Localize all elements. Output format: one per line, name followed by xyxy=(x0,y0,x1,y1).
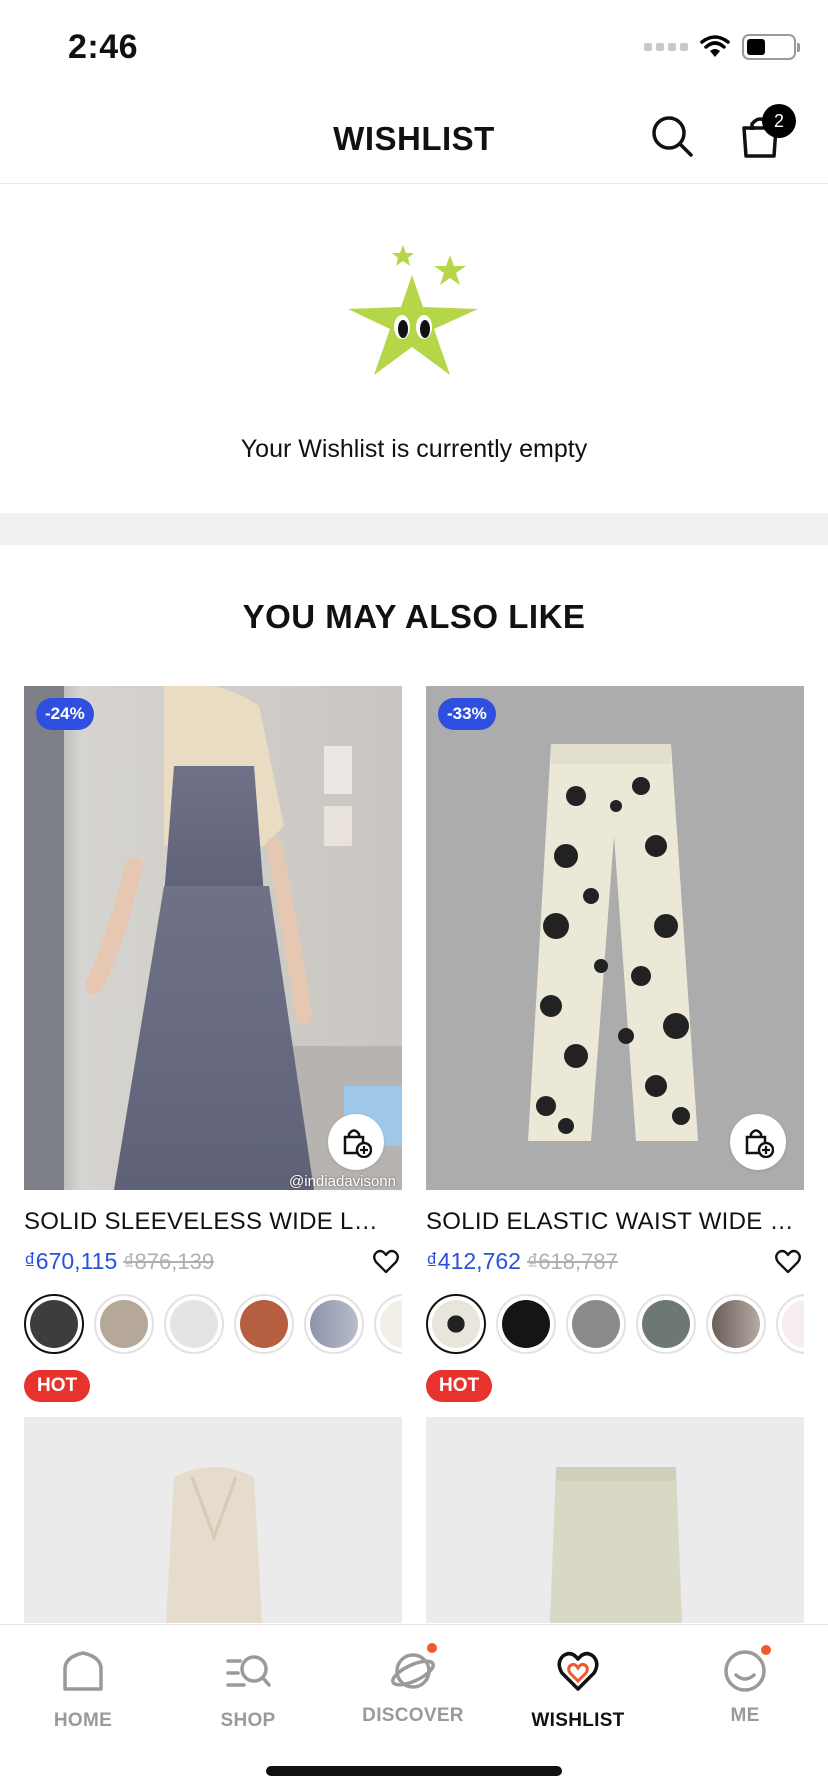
color-swatch[interactable] xyxy=(374,1294,402,1354)
product-photo xyxy=(426,686,804,1190)
tab-wishlist[interactable]: WISHLIST xyxy=(508,1647,648,1732)
heart-icon xyxy=(557,1651,599,1691)
sale-price: ₫412,762 xyxy=(426,1248,521,1274)
tab-shop[interactable]: SHOP xyxy=(178,1647,318,1732)
planet-icon-wrap xyxy=(389,1641,439,1695)
add-to-cart-button[interactable] xyxy=(328,1114,384,1170)
page-title: WISHLIST xyxy=(333,120,495,157)
color-swatch[interactable] xyxy=(164,1294,224,1354)
hot-tag: HOT xyxy=(426,1370,493,1402)
section-divider xyxy=(0,513,828,545)
smiley-icon-wrap xyxy=(721,1643,773,1695)
photo-credit: @indiadavisonn xyxy=(289,1173,396,1190)
discount-badge: -33% xyxy=(438,698,496,730)
color-swatch[interactable] xyxy=(566,1294,626,1354)
color-swatch[interactable] xyxy=(496,1294,556,1354)
product-photo xyxy=(24,1417,402,1623)
tab-home[interactable]: HOME xyxy=(13,1647,153,1732)
product-image[interactable]: -24% @indiadavisonn xyxy=(24,686,402,1190)
product-image[interactable]: -33% xyxy=(426,686,804,1190)
status-icons xyxy=(644,34,800,60)
tab-discover[interactable]: DISCOVER xyxy=(343,1641,483,1727)
discount-badge: -24% xyxy=(36,698,94,730)
tab-label: ME xyxy=(730,1705,760,1726)
color-swatches xyxy=(426,1294,804,1356)
price-row: ₫670,115 ₫876,139 xyxy=(24,1248,402,1278)
tab-label: WISHLIST xyxy=(531,1710,625,1731)
color-swatches xyxy=(24,1294,402,1356)
notification-dot xyxy=(759,1643,773,1657)
tab-me[interactable]: ME xyxy=(675,1643,815,1727)
home-indicator xyxy=(266,1766,562,1776)
recommendations-title: YOU MAY ALSO LIKE xyxy=(242,598,586,635)
add-to-cart-button[interactable] xyxy=(730,1114,786,1170)
tab-label: DISCOVER xyxy=(362,1705,464,1726)
product-name[interactable]: SOLID SLEEVELESS WIDE LEG... xyxy=(24,1208,394,1236)
color-swatch[interactable] xyxy=(94,1294,154,1354)
product-card[interactable]: -24% @indiadavisonn SOLID SLEEVELESS WID… xyxy=(24,686,402,1402)
sale-price: ₫670,115 xyxy=(24,1248,118,1274)
hot-tag: HOT xyxy=(24,1370,91,1402)
empty-wishlist-state: Your Wishlist is currently empty xyxy=(0,185,828,513)
battery-icon xyxy=(742,34,800,60)
product-card[interactable]: -33% SOLID ELASTIC WAIST WIDE L... ₫412,… xyxy=(426,686,804,1402)
home-icon xyxy=(63,1651,103,1691)
heart-icon[interactable] xyxy=(372,1248,400,1276)
cart-count-badge: 2 xyxy=(762,104,796,138)
search-icon[interactable] xyxy=(650,114,694,158)
product-name[interactable]: SOLID ELASTIC WAIST WIDE L... xyxy=(426,1208,796,1236)
product-card-partial[interactable] xyxy=(24,1417,402,1623)
color-swatch[interactable] xyxy=(234,1294,294,1354)
heart-icon[interactable] xyxy=(774,1248,802,1276)
add-to-bag-icon xyxy=(343,1129,372,1158)
original-price: ₫618,787 xyxy=(526,1249,618,1274)
color-swatch[interactable] xyxy=(636,1294,696,1354)
color-swatch[interactable] xyxy=(304,1294,364,1354)
notification-dot xyxy=(425,1641,439,1655)
original-price: ₫876,139 xyxy=(123,1249,215,1274)
product-photo xyxy=(426,1417,804,1623)
cellular-signal-icon xyxy=(644,43,688,51)
price-row: ₫412,762 ₫618,787 xyxy=(426,1248,804,1278)
color-swatch[interactable] xyxy=(776,1294,804,1354)
tab-label: SHOP xyxy=(220,1710,276,1731)
color-swatch[interactable] xyxy=(24,1294,84,1354)
star-mascot-icon xyxy=(348,245,478,375)
empty-wishlist-message: Your Wishlist is currently empty xyxy=(240,435,588,463)
status-time: 2:46 xyxy=(68,28,139,66)
wifi-icon xyxy=(700,35,730,57)
color-swatch[interactable] xyxy=(426,1294,486,1354)
add-to-bag-icon xyxy=(745,1129,774,1158)
product-card-partial[interactable] xyxy=(426,1417,804,1623)
product-photo xyxy=(24,686,402,1190)
status-bar: 2:46 xyxy=(0,0,828,96)
tab-label: HOME xyxy=(53,1710,113,1731)
shop-search-icon xyxy=(226,1655,271,1687)
color-swatch[interactable] xyxy=(706,1294,766,1354)
header: WISHLIST 2 xyxy=(0,96,828,184)
